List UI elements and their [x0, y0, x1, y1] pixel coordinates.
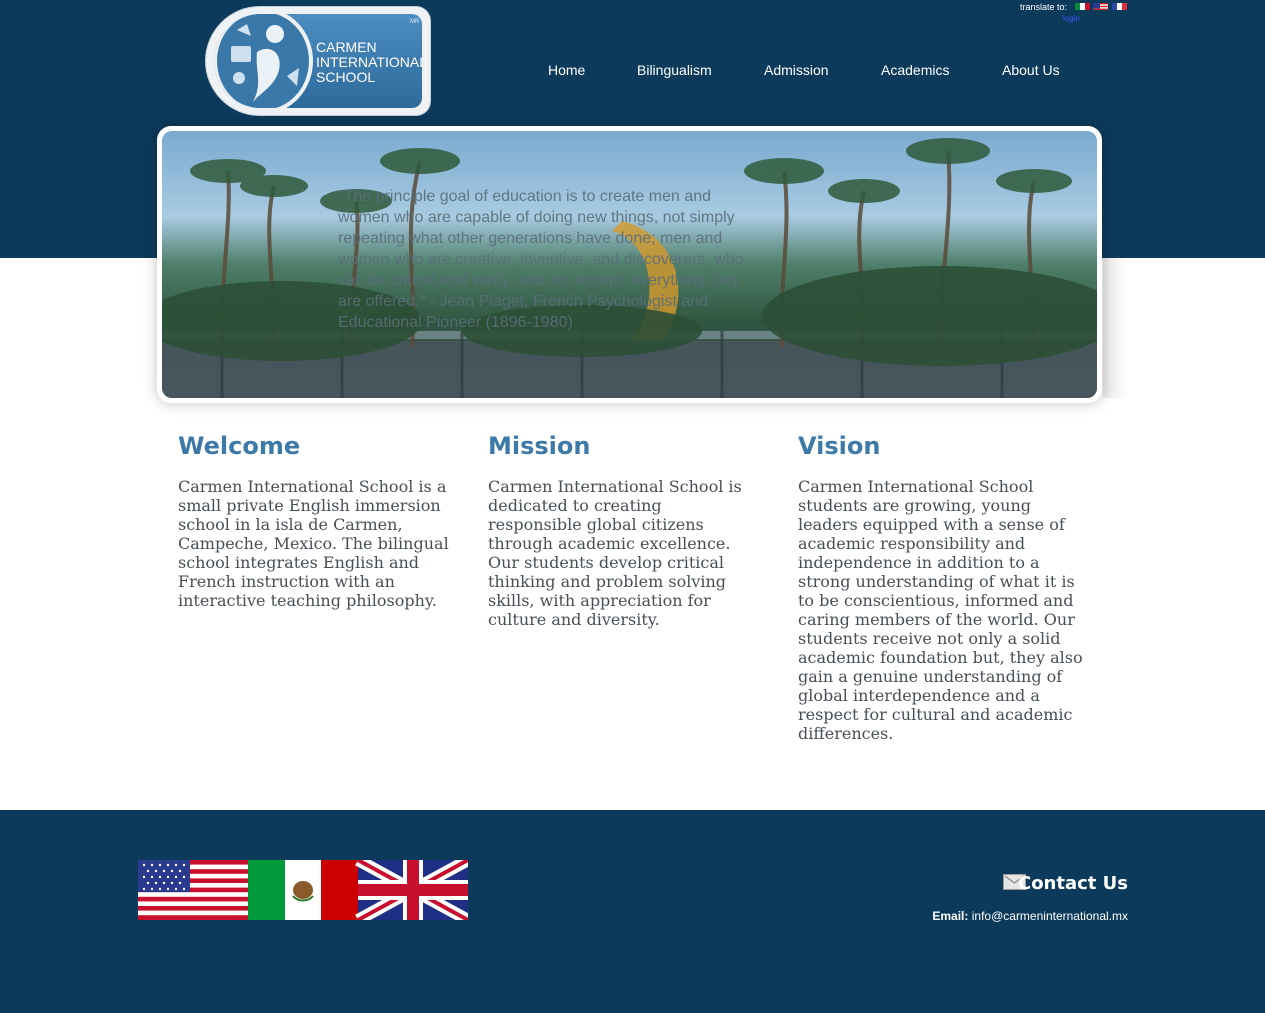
logo-panel: CARMEN INTERNATIONAL SCHOOL MR — [214, 14, 422, 108]
welcome-text: Carmen International School is a small p… — [178, 477, 449, 610]
nav-about-us[interactable]: About Us — [1002, 62, 1060, 78]
translate-label: translate to: — [1020, 2, 1068, 12]
banner-quote: "The principle goal of education is to c… — [338, 188, 744, 331]
mexico-flag-icon — [248, 860, 358, 920]
nav-home[interactable]: Home — [548, 62, 585, 78]
welcome-heading: Welcome — [178, 432, 301, 460]
logo-line-1: CARMEN — [316, 39, 377, 55]
email-label: Email: — [932, 909, 969, 923]
usa-flag-icon — [138, 860, 248, 920]
login-link[interactable]: login — [1063, 14, 1080, 23]
mission-text: Carmen International School is dedicated… — [488, 477, 742, 629]
logo-emblem-icon — [217, 14, 309, 108]
nav-bilingualism[interactable]: Bilingualism — [637, 62, 712, 78]
email-address[interactable]: info@carmeninternational.mx — [972, 909, 1128, 923]
logo-line-3: SCHOOL — [316, 69, 376, 85]
nav-admission[interactable]: Admission — [764, 62, 829, 78]
mission-heading: Mission — [488, 432, 591, 460]
mexico-flag-icon[interactable] — [1075, 0, 1090, 10]
contact-us-link[interactable]: Contact Us — [1003, 873, 1128, 895]
footer-email: Email: info@carmeninternational.mx — [932, 909, 1128, 923]
school-logo[interactable]: CARMEN INTERNATIONAL SCHOOL MR — [206, 7, 430, 115]
footer-flags — [138, 854, 471, 926]
contact-us-label: Contact Us — [1017, 873, 1128, 894]
nav-academics[interactable]: Academics — [881, 62, 949, 78]
logo-line-2: INTERNATIONAL — [316, 54, 422, 70]
vision-text: Carmen International School students are… — [798, 477, 1083, 743]
logo-wordmark: CARMEN INTERNATIONAL SCHOOL — [316, 40, 422, 85]
france-flag-icon[interactable] — [1112, 0, 1127, 10]
vision-heading: Vision — [798, 432, 881, 460]
uk-flag-icon — [355, 854, 471, 926]
logo-registered-mark: MR — [410, 19, 420, 25]
banner-shadow — [1103, 258, 1128, 398]
usa-flag-icon[interactable] — [1093, 0, 1108, 10]
